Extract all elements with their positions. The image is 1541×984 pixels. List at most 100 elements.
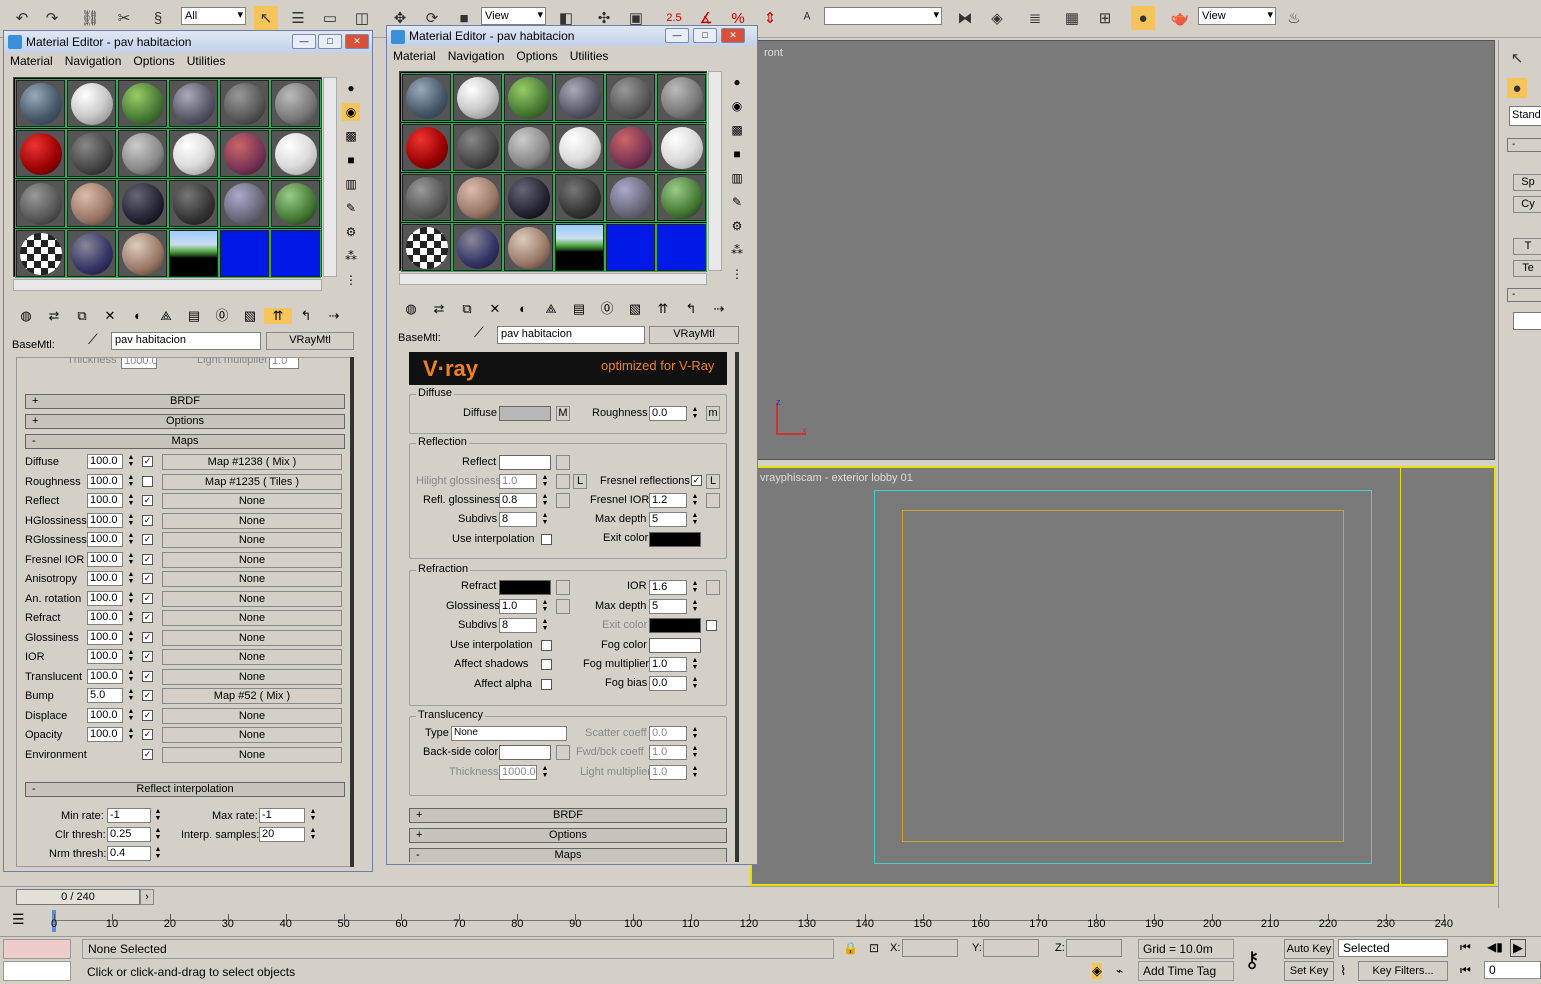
hilight-glossiness-field[interactable]: 1.0 — [499, 474, 537, 489]
map-amount-field[interactable]: 100.0 — [87, 532, 123, 547]
map-enable-checkbox[interactable]: ✓ — [142, 456, 153, 467]
map-slot-button[interactable]: None — [162, 551, 342, 568]
key-mode-dropdown[interactable]: Selected — [1338, 939, 1448, 957]
thickness-field[interactable]: 1000.0 — [499, 765, 537, 780]
fog-multiplier-field[interactable]: 1.0 — [649, 657, 687, 672]
render-view-dropdown[interactable]: View — [1198, 7, 1276, 25]
ior-field[interactable]: 1.6 — [649, 580, 687, 595]
menu-utilities[interactable]: Utilities — [181, 53, 232, 69]
object-type-dropdown[interactable]: Stand — [1509, 106, 1541, 126]
sample-slot[interactable] — [15, 79, 66, 128]
map-amount-field[interactable]: 100.0 — [87, 454, 123, 469]
map-slot-button[interactable]: None — [162, 629, 342, 646]
select-by-material-icon[interactable]: ⁂ — [728, 241, 746, 259]
sample-slot[interactable] — [401, 123, 452, 172]
min-rate-field[interactable]: -1 — [107, 808, 151, 823]
put-to-library-icon[interactable]: ▤ — [180, 308, 208, 324]
unlink-icon[interactable]: ✂ — [112, 6, 136, 30]
map-slot-button[interactable]: None — [162, 707, 342, 724]
map-amount-field[interactable]: 100.0 — [87, 512, 123, 528]
map-amount-field[interactable]: 100.0 — [87, 473, 123, 489]
map-slot-button[interactable]: Map #52 ( Mix ) — [162, 688, 342, 704]
make-copy-icon[interactable]: ◐ — [124, 308, 152, 323]
refl-glossiness-field[interactable]: 0.8 — [499, 493, 537, 508]
material-effects-channel-icon[interactable]: ⓪ — [208, 305, 236, 324]
rollout-brdf-right[interactable]: + BRDF — [409, 808, 727, 823]
map-enable-checkbox[interactable]: ✓ — [142, 592, 153, 604]
menu-utilities[interactable]: Utilities — [564, 48, 615, 64]
named-selection-dropdown[interactable] — [824, 7, 942, 25]
map-slot-button[interactable]: Map #1235 ( Tiles ) — [162, 473, 342, 490]
refr-use-interpolation-checkbox[interactable] — [541, 640, 552, 651]
editor-right-titlebar[interactable]: Material Editor - pav habitacion — □ ✕ — [387, 26, 757, 46]
map-enable-checkbox[interactable]: ✓ — [142, 573, 153, 584]
make-copy-icon[interactable]: ◐ — [509, 301, 537, 316]
sample-slot[interactable] — [656, 123, 707, 172]
map-amount-field[interactable]: 100.0 — [87, 551, 123, 567]
fog-bias-field[interactable]: 0.0 — [649, 676, 687, 691]
material-map-navigator-icon[interactable]: ⋮ — [342, 271, 360, 289]
set-key-icon[interactable]: ⚷ — [1244, 947, 1260, 973]
z-coordinate-field[interactable] — [1066, 939, 1122, 957]
play-icon[interactable]: ▶ — [1510, 939, 1526, 957]
map-enable-checkbox[interactable]: ✓ — [142, 514, 153, 526]
track-bar-icon[interactable]: ☰ — [12, 911, 25, 928]
rollout-brdf-left[interactable]: + BRDF — [25, 394, 345, 409]
make-preview-icon[interactable]: ✎ — [728, 193, 746, 211]
put-to-scene-icon[interactable]: ⇄ — [425, 301, 453, 317]
current-frame-field[interactable]: 0 — [1484, 961, 1541, 979]
undo-icon[interactable]: ↶ — [10, 6, 34, 30]
reset-map-icon[interactable]: ✕ — [96, 308, 124, 324]
minimize-button[interactable]: — — [665, 28, 689, 43]
layer-manager-icon[interactable]: ≣ — [1023, 6, 1047, 30]
affect-alpha-checkbox[interactable] — [541, 679, 552, 690]
sample-slot[interactable] — [270, 229, 321, 278]
refl-subdivs-field[interactable]: 8 — [499, 512, 537, 527]
put-to-scene-icon[interactable]: ⇄ — [40, 308, 68, 324]
fresnel-reflections-checkbox[interactable]: ✓ — [691, 475, 702, 486]
sample-slot[interactable] — [554, 73, 605, 122]
select-by-name-icon[interactable]: ☰ — [286, 6, 310, 30]
spinner-snap-icon[interactable]: ⇕ — [758, 6, 782, 30]
scatter-coeff-field[interactable]: 0.0 — [649, 726, 687, 741]
material-map-navigator-icon[interactable]: ⋮ — [728, 265, 746, 283]
sample-type-icon[interactable]: ● — [728, 73, 746, 91]
menu-material[interactable]: Material — [4, 53, 59, 69]
map-slot-button[interactable]: None — [162, 727, 342, 743]
sample-slot[interactable] — [270, 79, 321, 128]
slots-hscrollbar[interactable] — [13, 279, 322, 291]
absolute-mode-icon[interactable]: ⊡ — [869, 941, 879, 955]
background-checker-icon[interactable]: ▩ — [728, 121, 746, 139]
map-enable-checkbox[interactable]: ✓ — [142, 670, 153, 682]
sample-slot[interactable] — [503, 123, 554, 172]
sample-slot[interactable] — [554, 123, 605, 172]
video-color-check-icon[interactable]: ▥ — [342, 175, 360, 193]
editor-left-titlebar[interactable]: Material Editor - pav habitacion — □ ✕ — [4, 31, 372, 53]
map-amount-field[interactable]: 100.0 — [87, 610, 123, 625]
sample-slot[interactable] — [66, 179, 117, 228]
rollout-options-right[interactable]: + Options — [409, 828, 727, 843]
map-enable-checkbox[interactable]: ✓ — [142, 631, 153, 643]
sample-slot[interactable] — [117, 79, 168, 128]
refr-glossiness-field[interactable]: 1.0 — [499, 599, 537, 614]
refr-subdivs-field[interactable]: 8 — [499, 618, 537, 633]
camera-viewport-label[interactable]: vrayphiscam - exterior lobby 01 — [760, 472, 913, 484]
map-enable-checkbox[interactable] — [142, 475, 153, 487]
object-type-teapot[interactable]: Te — [1513, 260, 1541, 277]
params-scrollbar-left[interactable] — [350, 357, 354, 867]
assign-to-selection-icon[interactable]: ⧉ — [68, 308, 96, 324]
reference-coordinate-dropdown[interactable]: View — [481, 7, 546, 25]
sample-uv-tiling-icon[interactable]: ■ — [342, 151, 360, 169]
set-key-button[interactable]: Set Key — [1284, 961, 1334, 981]
assign-to-selection-icon[interactable]: ⧉ — [453, 301, 481, 317]
sample-slot[interactable] — [452, 173, 503, 222]
sample-slot[interactable] — [554, 223, 605, 272]
map-slot-button[interactable]: None — [162, 590, 342, 607]
map-enable-checkbox[interactable]: ✓ — [142, 729, 153, 740]
sample-slot[interactable] — [401, 223, 452, 272]
sample-slot[interactable] — [605, 223, 656, 272]
refr-max-depth-field[interactable]: 5 — [649, 599, 687, 614]
map-slot-button[interactable]: None — [162, 493, 342, 509]
sample-slot[interactable] — [219, 179, 270, 228]
map-amount-field[interactable]: 5.0 — [87, 688, 123, 703]
